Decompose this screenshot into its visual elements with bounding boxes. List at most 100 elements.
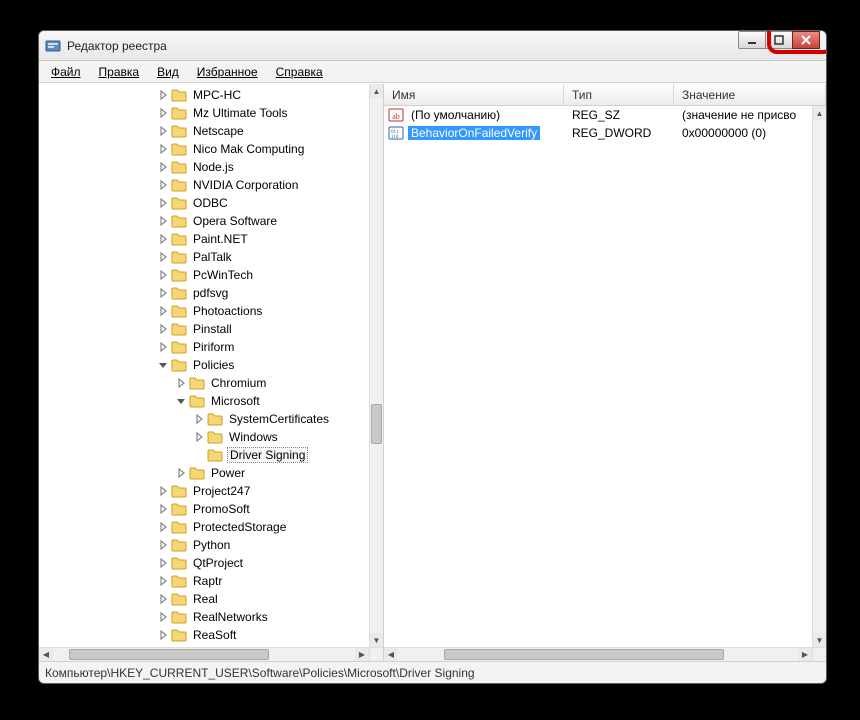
- scroll-left-button[interactable]: ◀: [39, 648, 53, 661]
- tree-vertical-scrollbar[interactable]: ▲ ▼: [369, 84, 383, 647]
- folder-icon: [171, 520, 187, 534]
- expander-icon[interactable]: [157, 503, 169, 515]
- tree-node[interactable]: ProtectedStorage: [39, 518, 369, 536]
- tree-horizontal-scrollbar[interactable]: ◀ ▶: [39, 647, 369, 661]
- expander-icon[interactable]: [157, 323, 169, 335]
- expander-icon[interactable]: [157, 143, 169, 155]
- expander-icon[interactable]: [175, 377, 187, 389]
- tree-node[interactable]: Pinstall: [39, 320, 369, 338]
- value-row[interactable]: 011110BehaviorOnFailedVerifyREG_DWORD0x0…: [384, 124, 812, 142]
- expander-icon[interactable]: [157, 251, 169, 263]
- scroll-thumb[interactable]: [444, 649, 724, 660]
- tree-node[interactable]: Python: [39, 536, 369, 554]
- expander-icon[interactable]: [157, 305, 169, 317]
- expander-icon[interactable]: [157, 593, 169, 605]
- tree-node[interactable]: Paint.NET: [39, 230, 369, 248]
- close-button[interactable]: [792, 31, 820, 49]
- tree-node[interactable]: Photoactions: [39, 302, 369, 320]
- value-data: 0x00000000 (0): [674, 126, 812, 140]
- expander-icon[interactable]: [157, 89, 169, 101]
- column-type[interactable]: Тип: [564, 84, 674, 105]
- tree-node-label: NVIDIA Corporation: [191, 178, 300, 192]
- menu-file[interactable]: Файл: [43, 63, 89, 81]
- tree-node[interactable]: PromoSoft: [39, 500, 369, 518]
- folder-icon: [171, 160, 187, 174]
- tree-node[interactable]: Node.js: [39, 158, 369, 176]
- tree-node[interactable]: ODBC: [39, 194, 369, 212]
- tree-node[interactable]: ReaSoft: [39, 626, 369, 644]
- tree-node[interactable]: PcWinTech: [39, 266, 369, 284]
- list-vertical-scrollbar[interactable]: ▲ ▼: [812, 106, 826, 647]
- scroll-thumb[interactable]: [69, 649, 269, 660]
- expander-icon[interactable]: [157, 107, 169, 119]
- scroll-thumb[interactable]: [371, 404, 382, 444]
- tree-node[interactable]: Mz Ultimate Tools: [39, 104, 369, 122]
- menu-favorites[interactable]: Избранное: [189, 63, 266, 81]
- tree-node[interactable]: QtProject: [39, 554, 369, 572]
- menu-help[interactable]: Справка: [268, 63, 331, 81]
- tree-node[interactable]: Power: [39, 464, 369, 482]
- tree-node[interactable]: RealNetworks: [39, 608, 369, 626]
- expander-icon[interactable]: [157, 557, 169, 569]
- column-value[interactable]: Значение: [674, 84, 826, 105]
- tree-node[interactable]: Piriform: [39, 338, 369, 356]
- expander-icon[interactable]: [157, 287, 169, 299]
- tree-node[interactable]: Windows: [39, 428, 369, 446]
- expander-icon[interactable]: [193, 413, 205, 425]
- tree-node[interactable]: SystemCertificates: [39, 410, 369, 428]
- tree-node[interactable]: Policies: [39, 356, 369, 374]
- list-horizontal-scrollbar[interactable]: ◀ ▶: [384, 647, 812, 661]
- tree-node[interactable]: Driver Signing: [39, 446, 369, 464]
- tree-node-label: Chromium: [209, 376, 268, 390]
- tree-node[interactable]: Microsoft: [39, 392, 369, 410]
- scroll-right-button[interactable]: ▶: [798, 648, 812, 661]
- tree-node[interactable]: PalTalk: [39, 248, 369, 266]
- scroll-up-button[interactable]: ▲: [370, 84, 383, 98]
- expander-icon[interactable]: [157, 629, 169, 641]
- value-row[interactable]: ab(По умолчанию)REG_SZ(значение не присв…: [384, 106, 812, 124]
- expander-icon[interactable]: [193, 449, 205, 461]
- registry-tree[interactable]: MPC-HCMz Ultimate ToolsNetscapeNico Mak …: [39, 84, 369, 647]
- expander-icon[interactable]: [157, 215, 169, 227]
- tree-node[interactable]: Chromium: [39, 374, 369, 392]
- expander-icon[interactable]: [157, 233, 169, 245]
- tree-node[interactable]: Opera Software: [39, 212, 369, 230]
- expander-icon[interactable]: [157, 359, 169, 371]
- tree-node[interactable]: Nico Mak Computing: [39, 140, 369, 158]
- expander-icon[interactable]: [157, 575, 169, 587]
- expander-icon[interactable]: [157, 161, 169, 173]
- expander-icon[interactable]: [157, 125, 169, 137]
- expander-icon[interactable]: [157, 269, 169, 281]
- menu-view[interactable]: Вид: [149, 63, 187, 81]
- tree-node[interactable]: NVIDIA Corporation: [39, 176, 369, 194]
- expander-icon[interactable]: [157, 521, 169, 533]
- tree-node[interactable]: Raptr: [39, 572, 369, 590]
- expander-icon[interactable]: [157, 485, 169, 497]
- expander-icon[interactable]: [175, 395, 187, 407]
- menu-edit[interactable]: Правка: [91, 63, 148, 81]
- scroll-right-button[interactable]: ▶: [355, 648, 369, 661]
- column-header[interactable]: Имя Тип Значение: [384, 84, 826, 106]
- tree-node-label: pdfsvg: [191, 286, 230, 300]
- tree-node[interactable]: pdfsvg: [39, 284, 369, 302]
- scroll-up-button[interactable]: ▲: [813, 106, 826, 120]
- expander-icon[interactable]: [175, 467, 187, 479]
- title-bar[interactable]: Редактор реестра: [39, 31, 826, 61]
- scroll-down-button[interactable]: ▼: [813, 633, 826, 647]
- values-list[interactable]: ab(По умолчанию)REG_SZ(значение не присв…: [384, 106, 812, 647]
- expander-icon[interactable]: [157, 197, 169, 209]
- expander-icon[interactable]: [193, 431, 205, 443]
- expander-icon[interactable]: [157, 179, 169, 191]
- expander-icon[interactable]: [157, 611, 169, 623]
- tree-node[interactable]: Project247: [39, 482, 369, 500]
- expander-icon[interactable]: [157, 539, 169, 551]
- scroll-down-button[interactable]: ▼: [370, 633, 383, 647]
- minimize-button[interactable]: [738, 31, 766, 49]
- scroll-left-button[interactable]: ◀: [384, 648, 398, 661]
- tree-node[interactable]: Real: [39, 590, 369, 608]
- tree-node[interactable]: MPC-HC: [39, 86, 369, 104]
- maximize-button[interactable]: [765, 31, 793, 49]
- column-name[interactable]: Имя: [384, 84, 564, 105]
- expander-icon[interactable]: [157, 341, 169, 353]
- tree-node[interactable]: Netscape: [39, 122, 369, 140]
